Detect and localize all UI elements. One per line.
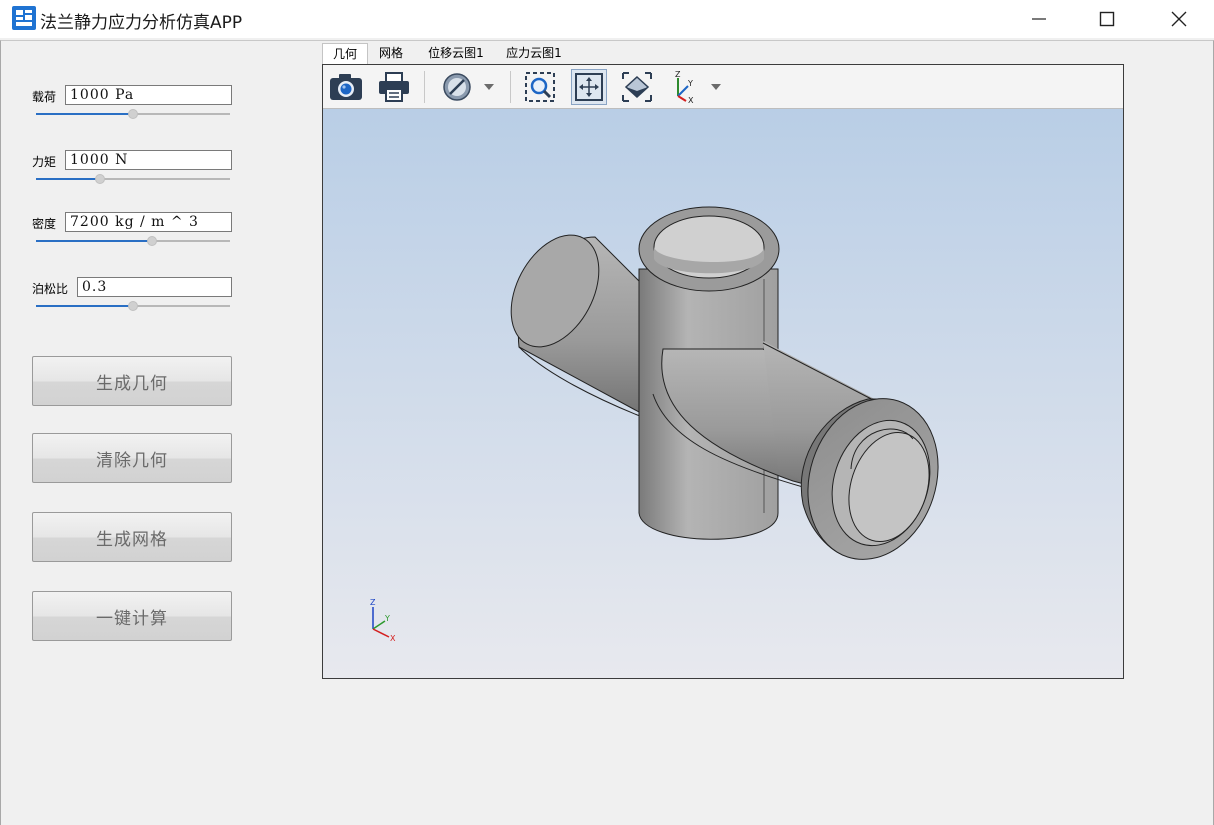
moment-slider[interactable] <box>36 173 230 185</box>
moment-input[interactable]: 1000 N <box>65 150 232 170</box>
poisson-ratio-input[interactable]: 0.3 <box>77 277 232 297</box>
axis-triad-button[interactable]: Z Y X <box>667 69 703 105</box>
svg-text:X: X <box>390 634 396 643</box>
slider-thumb[interactable] <box>128 301 138 311</box>
compute-button[interactable]: 一键计算 <box>32 591 232 641</box>
svg-text:Z: Z <box>370 598 376 607</box>
dropdown-arrow-icon <box>711 84 721 90</box>
dropdown-arrow-icon <box>484 84 494 90</box>
minimize-button[interactable] <box>1004 0 1074 38</box>
density-slider[interactable] <box>36 235 230 247</box>
slider-fill <box>36 240 153 242</box>
3d-viewport[interactable]: Z Y X <box>323 109 1123 678</box>
hide-button[interactable] <box>439 69 475 105</box>
svg-text:Z: Z <box>675 70 681 79</box>
screenshot-button[interactable] <box>328 69 364 105</box>
density-label: 密度 <box>32 217 57 231</box>
print-button[interactable] <box>376 69 412 105</box>
pipe-cross-model[interactable]: Z Y X <box>323 109 1123 678</box>
slider-fill <box>36 113 133 115</box>
tab-mesh[interactable]: 网格 <box>370 43 412 65</box>
close-button[interactable] <box>1144 0 1214 38</box>
minimize-icon <box>1032 18 1046 20</box>
title-bar: 法兰静力应力分析仿真APP <box>0 0 1214 38</box>
camera-icon <box>330 74 362 100</box>
poisson-ratio-slider[interactable] <box>36 300 230 312</box>
maximize-button[interactable] <box>1072 0 1142 38</box>
hide-dropdown-button[interactable] <box>475 69 503 105</box>
view-iso-icon <box>622 72 652 102</box>
moment-label: 力矩 <box>32 155 57 169</box>
slider-thumb[interactable] <box>128 109 138 119</box>
toolbar-separator <box>510 71 511 103</box>
zoom-box-button[interactable] <box>522 69 558 105</box>
tab-geometry[interactable]: 几何 <box>322 43 368 66</box>
slider-fill <box>36 305 133 307</box>
svg-text:Y: Y <box>687 79 693 88</box>
zoom-box-icon <box>525 72 555 102</box>
tab-stress-contour[interactable]: 应力云图1 <box>500 43 568 65</box>
view-iso-button[interactable] <box>619 69 655 105</box>
clear-geometry-button[interactable]: 清除几何 <box>32 433 232 483</box>
corner-axis-triad: Z Y X <box>370 598 396 643</box>
viewer-toolbar: Z Y X <box>323 65 1123 109</box>
app-title: 法兰静力应力分析仿真APP <box>40 13 243 33</box>
load-slider[interactable] <box>36 108 230 120</box>
close-icon <box>1171 11 1187 27</box>
poisson-ratio-label: 泊松比 <box>32 282 69 296</box>
slider-thumb[interactable] <box>95 174 106 184</box>
app-logo-icon <box>12 6 36 30</box>
maximize-icon <box>1099 11 1115 27</box>
svg-text:Y: Y <box>384 614 390 623</box>
svg-text:X: X <box>688 96 694 104</box>
axis-triad-icon: Z Y X <box>675 70 694 104</box>
slider-fill <box>36 178 101 180</box>
zoom-extents-icon <box>575 73 603 101</box>
generate-mesh-button[interactable]: 生成网格 <box>32 512 232 562</box>
zoom-extents-button[interactable] <box>571 69 607 105</box>
geometry-viewer: Z Y X Z Y X <box>322 64 1124 679</box>
load-label: 载荷 <box>32 90 57 104</box>
toolbar-separator <box>424 71 425 103</box>
generate-geometry-button[interactable]: 生成几何 <box>32 356 232 406</box>
triad-dropdown-button[interactable] <box>704 69 728 105</box>
printer-icon <box>379 72 409 102</box>
density-input[interactable]: 7200 kg / m ^ 3 <box>65 212 232 232</box>
tab-displacement-contour[interactable]: 位移云图1 <box>422 43 490 65</box>
hide-icon <box>443 73 471 101</box>
load-input[interactable]: 1000 Pa <box>65 85 232 105</box>
slider-thumb[interactable] <box>147 236 158 246</box>
